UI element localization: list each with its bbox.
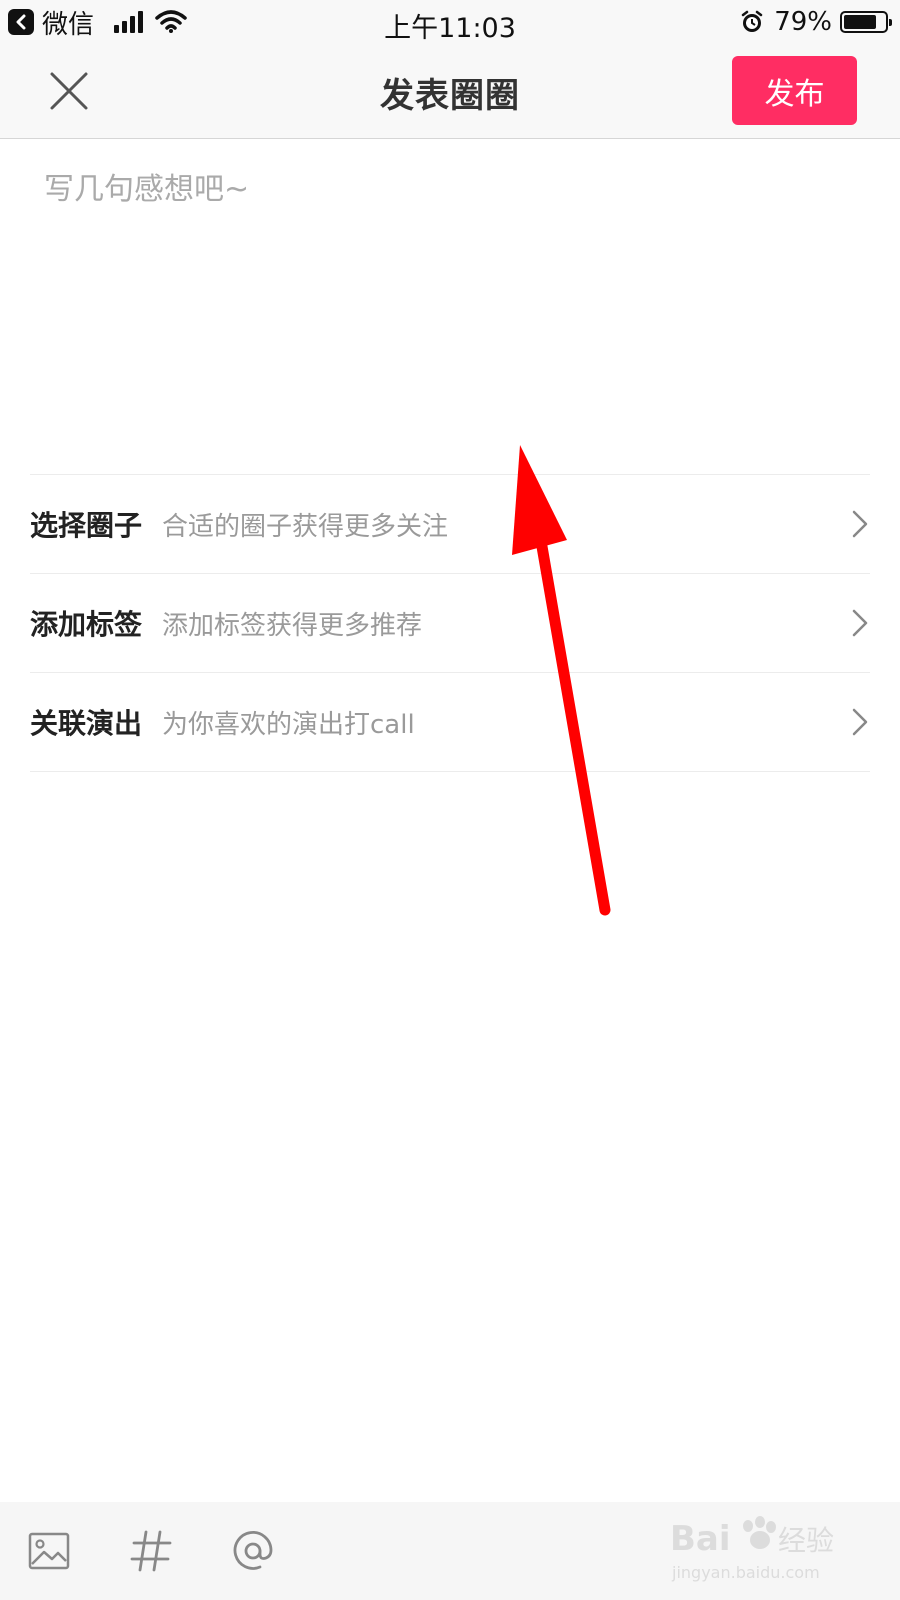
- battery-icon: [840, 11, 892, 33]
- compose-input[interactable]: [44, 164, 854, 424]
- watermark-url: jingyan.baidu.com: [671, 1563, 820, 1582]
- nav-bar: 发表圈圈 发布: [0, 44, 900, 139]
- status-bar-right: 79%: [740, 6, 892, 38]
- option-label: 选择圈子: [30, 509, 143, 542]
- chevron-right-icon: [852, 510, 868, 538]
- battery-percent: 79%: [774, 7, 832, 37]
- options-list: 选择圈子 合适的圈子获得更多关注 添加标签 添加标签获得更多推荐 关联演出 为你…: [30, 474, 870, 772]
- battery-fill: [844, 15, 876, 29]
- chevron-right-icon: [852, 708, 868, 736]
- option-add-tag[interactable]: 添加标签 添加标签获得更多推荐: [30, 574, 870, 673]
- mention-icon[interactable]: [230, 1528, 276, 1574]
- option-label: 添加标签: [30, 608, 143, 641]
- option-link-show[interactable]: 关联演出 为你喜欢的演出打call: [30, 673, 870, 772]
- option-hint: 添加标签获得更多推荐: [162, 610, 423, 641]
- option-hint: 为你喜欢的演出打call: [162, 709, 415, 740]
- option-select-circle[interactable]: 选择圈子 合适的圈子获得更多关注: [30, 475, 870, 574]
- option-label: 关联演出: [30, 707, 143, 740]
- hashtag-icon[interactable]: [128, 1528, 174, 1574]
- option-hint: 合适的圈子获得更多关注: [162, 511, 449, 542]
- chevron-right-icon: [852, 609, 868, 637]
- paw-icon: [743, 1516, 776, 1549]
- publish-button[interactable]: 发布: [732, 56, 857, 125]
- watermark-brand: Bai: [670, 1519, 731, 1559]
- image-icon[interactable]: [26, 1528, 72, 1574]
- baidu-watermark: Bai 经验 jingyan.baidu.com: [670, 1516, 834, 1582]
- status-bar: 微信 上午11:03 79%: [0, 0, 900, 44]
- watermark-brand-tail: 经验: [778, 1524, 834, 1557]
- alarm-icon: [741, 10, 763, 32]
